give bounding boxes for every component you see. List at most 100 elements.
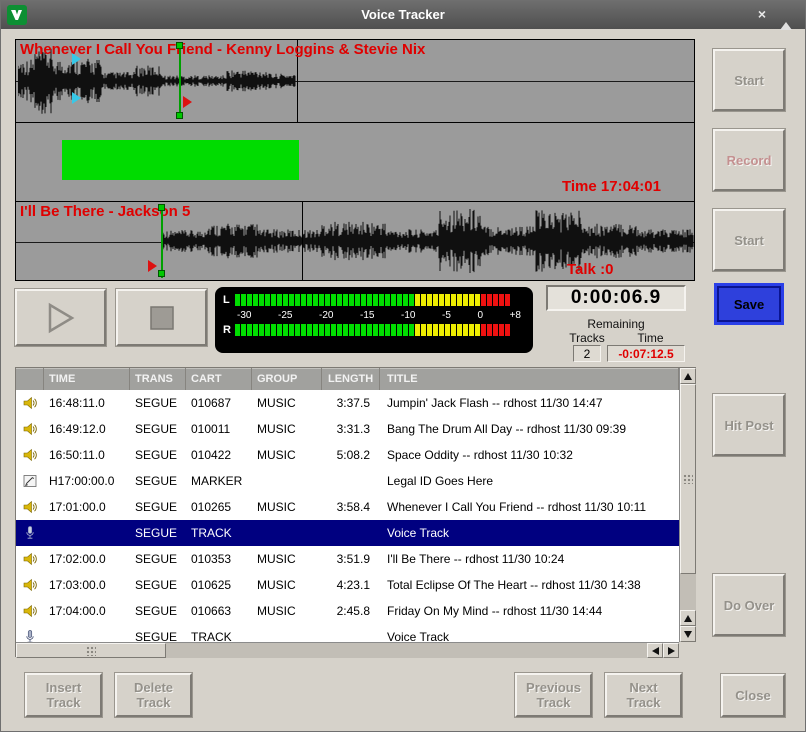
- do-over-button[interactable]: Do Over: [713, 574, 785, 636]
- row-group: MUSIC: [252, 396, 322, 410]
- row-cart: 010011: [186, 422, 252, 436]
- row-group: MUSIC: [252, 604, 322, 618]
- start-track1-button[interactable]: Start: [713, 49, 785, 111]
- scroll-right-button[interactable]: [663, 643, 679, 658]
- stop-button[interactable]: [116, 289, 207, 346]
- meter-left-bar: [235, 294, 511, 306]
- row-title: Legal ID Goes Here: [380, 474, 679, 488]
- horizontal-scroll-thumb[interactable]: [16, 643, 166, 658]
- next-track-button[interactable]: Next Track: [605, 673, 682, 717]
- row-title: Voice Track: [380, 526, 679, 540]
- fade-marker-icon[interactable]: [72, 92, 81, 104]
- table-row[interactable]: SEGUE TRACK Voice Track: [16, 624, 679, 642]
- meter-right-label: R: [223, 324, 235, 336]
- time-display-label: Time 17:04:01: [562, 178, 661, 195]
- meter-scale-label: -30: [237, 310, 251, 321]
- track2-position-line[interactable]: [161, 204, 163, 278]
- row-title: Whenever I Call You Friend -- rdhost 11/…: [380, 500, 679, 514]
- scroll-left-button[interactable]: [647, 643, 663, 658]
- table-row-selected[interactable]: SEGUE TRACK Voice Track: [16, 520, 679, 546]
- vertical-scrollbar[interactable]: [679, 368, 696, 642]
- horizontal-scrollbar[interactable]: [16, 642, 679, 658]
- scroll-up-button[interactable]: [680, 368, 696, 384]
- table-row[interactable]: 17:01:00.0 SEGUE 010265 MUSIC 3:58.4 Whe…: [16, 494, 679, 520]
- log-header: TIME TRANS CART GROUP LENGTH TITLE: [16, 368, 679, 390]
- start-track2-button[interactable]: Start: [713, 209, 785, 271]
- insert-track-button[interactable]: Insert Track: [25, 673, 102, 717]
- speaker-icon: [16, 577, 44, 593]
- table-row[interactable]: 17:02:00.0 SEGUE 010353 MUSIC 3:51.9 I'l…: [16, 546, 679, 572]
- position-handle[interactable]: [158, 270, 165, 277]
- arrow-left-icon: [652, 647, 659, 655]
- shade-icon[interactable]: [777, 6, 795, 24]
- row-trans: SEGUE: [130, 500, 186, 514]
- row-time: 17:03:00.0: [44, 578, 130, 592]
- header-length[interactable]: LENGTH: [322, 368, 380, 390]
- table-row[interactable]: 17:03:00.0 SEGUE 010625 MUSIC 4:23.1 Tot…: [16, 572, 679, 598]
- header-icon-column[interactable]: [16, 368, 44, 390]
- waveform-panel[interactable]: Whenever I Call You Friend - Kenny Loggi…: [15, 39, 695, 281]
- row-title: I'll Be There -- rdhost 11/30 10:24: [380, 552, 679, 566]
- previous-track-button[interactable]: Previous Track: [515, 673, 592, 717]
- table-row[interactable]: 16:49:12.0 SEGUE 010011 MUSIC 3:31.3 Ban…: [16, 416, 679, 442]
- header-cart[interactable]: CART: [186, 368, 252, 390]
- row-trans: SEGUE: [130, 448, 186, 462]
- row-cart: 010625: [186, 578, 252, 592]
- vertical-scroll-thumb[interactable]: [680, 384, 696, 574]
- remaining-tracks-value: 2: [573, 345, 601, 362]
- thumb-grip: [86, 646, 96, 656]
- header-title[interactable]: TITLE: [380, 368, 679, 390]
- close-button[interactable]: Close: [721, 674, 785, 717]
- row-group: MUSIC: [252, 448, 322, 462]
- arrow-up-icon: [684, 615, 692, 622]
- position-handle[interactable]: [158, 204, 165, 211]
- header-time[interactable]: TIME: [44, 368, 130, 390]
- row-trans: SEGUE: [130, 396, 186, 410]
- position-handle[interactable]: [176, 42, 183, 49]
- track1-position-line[interactable]: [179, 42, 181, 119]
- stop-icon: [148, 304, 176, 332]
- row-length: 3:37.5: [322, 396, 380, 410]
- position-handle[interactable]: [176, 112, 183, 119]
- table-row[interactable]: 16:48:11.0 SEGUE 010687 MUSIC 3:37.5 Jum…: [16, 390, 679, 416]
- elapsed-time-display: 0:00:06.9: [546, 285, 686, 311]
- voice-track-region[interactable]: [62, 140, 299, 180]
- scroll-down-button[interactable]: [680, 626, 696, 642]
- band-divider: [16, 122, 694, 123]
- speaker-icon: [16, 395, 44, 411]
- table-row[interactable]: H17:00:00.0 SEGUE MARKER Legal ID Goes H…: [16, 468, 679, 494]
- delete-track-button[interactable]: Delete Track: [115, 673, 192, 717]
- meter-left-label: L: [223, 294, 235, 306]
- row-group: MUSIC: [252, 578, 322, 592]
- segue-marker-icon[interactable]: [183, 96, 192, 108]
- speaker-icon: [16, 551, 44, 567]
- row-trans: SEGUE: [130, 578, 186, 592]
- save-button[interactable]: Save: [717, 286, 781, 322]
- row-trans: SEGUE: [130, 604, 186, 618]
- record-button[interactable]: Record: [713, 129, 785, 191]
- header-trans[interactable]: TRANS: [130, 368, 186, 390]
- row-time: H17:00:00.0: [44, 474, 130, 488]
- row-time: 16:50:11.0: [44, 448, 130, 462]
- table-row[interactable]: 17:04:00.0 SEGUE 010663 MUSIC 2:45.8 Fri…: [16, 598, 679, 624]
- row-length: 3:31.3: [322, 422, 380, 436]
- segue-marker-icon[interactable]: [148, 260, 157, 272]
- table-row[interactable]: 16:50:11.0 SEGUE 010422 MUSIC 5:08.2 Spa…: [16, 442, 679, 468]
- row-trans: SEGUE: [130, 422, 186, 436]
- play-button[interactable]: [15, 289, 106, 346]
- speaker-icon: [16, 603, 44, 619]
- meter-scale-label: -5: [442, 310, 451, 321]
- fade-marker-icon[interactable]: [72, 53, 81, 65]
- row-cart: 010265: [186, 500, 252, 514]
- thumb-grip: [683, 474, 693, 484]
- close-icon[interactable]: ×: [753, 6, 771, 24]
- header-group[interactable]: GROUP: [252, 368, 322, 390]
- row-time: 17:02:00.0: [44, 552, 130, 566]
- scroll-up-button-2[interactable]: [680, 610, 696, 626]
- titlebar: Voice Tracker ×: [1, 1, 805, 29]
- arrow-down-icon: [684, 631, 692, 638]
- speaker-icon: [16, 447, 44, 463]
- hit-post-button[interactable]: Hit Post: [713, 394, 785, 456]
- voice-tracker-window: Voice Tracker × Whenever I Call You Frie…: [0, 0, 806, 732]
- row-title: Voice Track: [380, 630, 679, 642]
